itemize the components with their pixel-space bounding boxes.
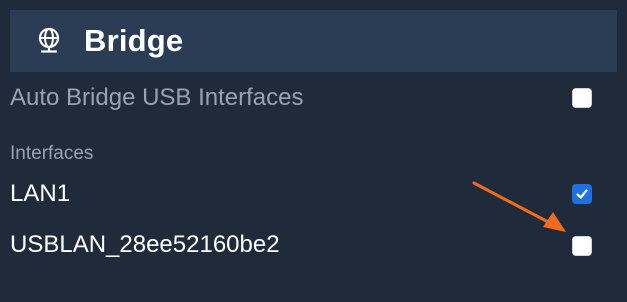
bridge-panel: Bridge Auto Bridge USB Interfaces Interf… bbox=[0, 0, 627, 302]
auto-bridge-row: Auto Bridge USB Interfaces bbox=[10, 83, 617, 113]
interface-row-usblan: USBLAN_28ee52160be2 bbox=[10, 230, 617, 260]
panel-header: Bridge bbox=[10, 10, 617, 72]
network-globe-icon bbox=[34, 26, 64, 56]
interface-row-lan1: LAN1 bbox=[10, 179, 617, 209]
interface-checkbox-usblan[interactable] bbox=[572, 236, 592, 256]
interface-label: LAN1 bbox=[10, 180, 71, 207]
auto-bridge-label: Auto Bridge USB Interfaces bbox=[10, 84, 304, 111]
interfaces-section-label: Interfaces bbox=[10, 143, 94, 164]
checkmark-icon bbox=[576, 189, 588, 199]
interface-label: USBLAN_28ee52160be2 bbox=[10, 231, 280, 258]
panel-title: Bridge bbox=[84, 23, 184, 58]
auto-bridge-checkbox[interactable] bbox=[572, 88, 592, 108]
interface-checkbox-lan1[interactable] bbox=[572, 184, 592, 204]
